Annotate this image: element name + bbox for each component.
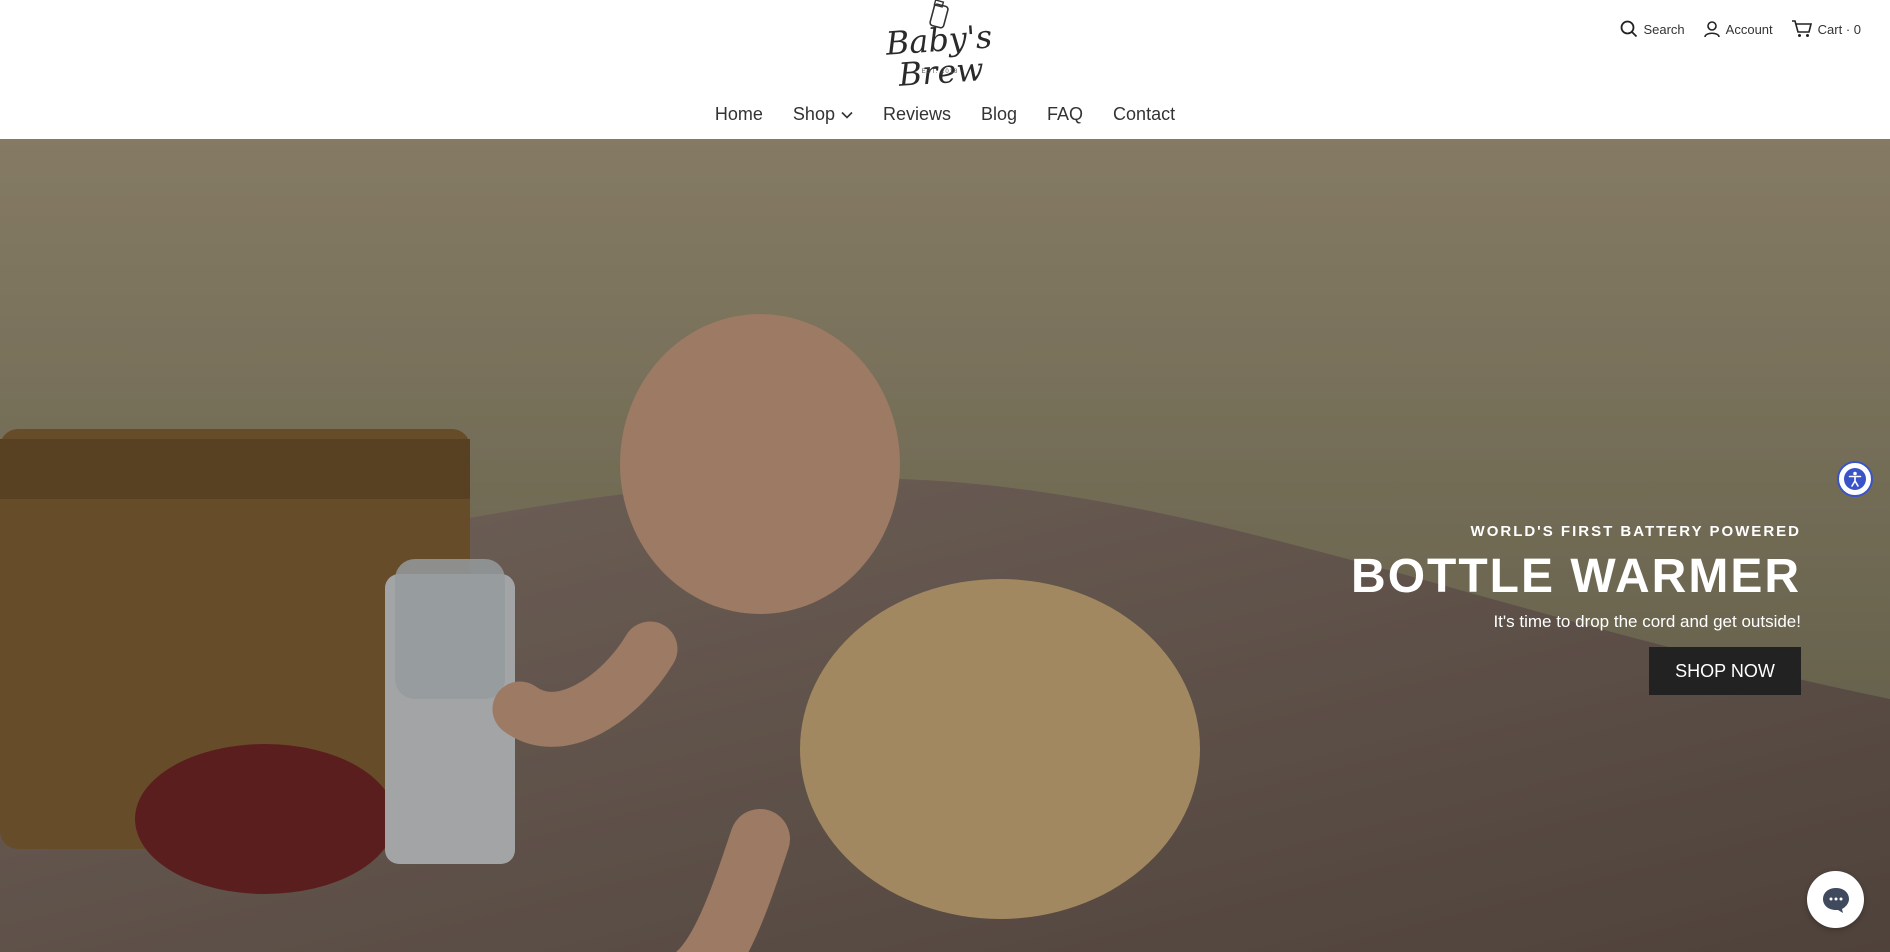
nav-item-shop[interactable]: Shop [793,104,853,125]
hero-banner: WORLD'S FIRST BATTERY POWERED BOTTLE WAR… [0,139,1890,952]
search-icon [1621,20,1638,38]
shop-now-button[interactable]: SHOP NOW [1649,647,1801,695]
logo-established: EST. 2018 [921,69,959,75]
main-nav: Home Shop Reviews Blog FAQ Contact [0,104,1890,125]
accessibility-button[interactable] [1837,461,1873,497]
utility-bar: Search Account Cart · 0 [1620,20,1861,38]
cart-label: Cart · 0 [1817,21,1861,37]
nav-label-blog: Blog [981,104,1018,124]
nav-label-faq: FAQ [1047,104,1084,124]
nav-item-reviews[interactable]: Reviews [883,104,951,125]
logo-wordmark: Baby's Brew [884,17,994,94]
user-icon [1703,21,1720,38]
cart-link[interactable]: Cart · 0 [1791,20,1861,38]
chat-bubble-icon [1822,887,1849,913]
nav-label-reviews: Reviews [882,104,951,124]
search-link[interactable]: Search [1620,20,1685,38]
cart-icon [1791,20,1812,37]
nav-item-home[interactable]: Home [715,104,763,125]
hero-headline: BOTTLE WARMER [1351,550,1801,603]
nav-item-contact[interactable]: Contact [1113,104,1175,125]
hero-copy: WORLD'S FIRST BATTERY POWERED BOTTLE WAR… [1101,523,1801,695]
chat-widget-button[interactable] [1807,871,1864,928]
account-label: Account [1725,21,1773,37]
brand-logo[interactable]: Baby's Brew EST. 2018 [870,0,1010,94]
accessibility-icon [1844,468,1866,490]
account-link[interactable]: Account [1703,20,1773,38]
chevron-down-icon [841,111,853,119]
hero-eyebrow: WORLD'S FIRST BATTERY POWERED [1470,523,1801,540]
site-header: Baby's Brew EST. 2018 Search Account Car… [0,0,1890,139]
nav-item-faq[interactable]: FAQ [1047,104,1083,125]
search-label: Search [1643,21,1685,37]
nav-label-contact: Contact [1113,104,1176,124]
nav-label-shop: Shop [792,104,835,124]
hero-subline: It's time to drop the cord and get outsi… [1493,612,1801,631]
nav-label-home: Home [714,104,763,124]
nav-item-blog[interactable]: Blog [981,104,1017,125]
